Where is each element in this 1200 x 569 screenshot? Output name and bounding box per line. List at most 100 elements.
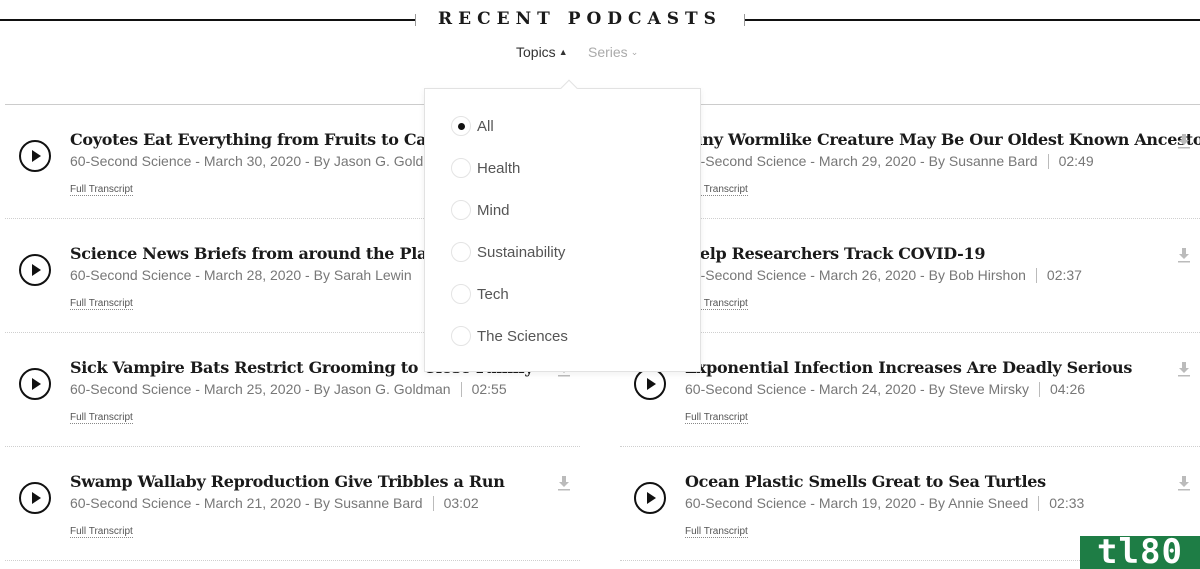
podcast-meta: 60-Second Science - March 24, 2020 - By …	[685, 381, 1085, 397]
podcast-title[interactable]: Ocean Plastic Smells Great to Sea Turtle…	[685, 472, 1046, 491]
podcast-series[interactable]: 60-Second Science	[685, 267, 806, 283]
podcast-title[interactable]: Science News Briefs from around the Plan…	[70, 244, 456, 263]
play-icon[interactable]	[19, 140, 51, 172]
podcast-duration: 04:26	[1049, 381, 1086, 397]
watermark-logo: tl80	[1080, 535, 1200, 569]
podcast-title[interactable]: Swamp Wallaby Reproduction Give Tribbles…	[70, 472, 505, 491]
topic-option[interactable]: The Sciences	[451, 325, 568, 347]
podcast-date: March 28, 2020	[203, 267, 302, 283]
topic-option-label: Tech	[477, 285, 509, 303]
duration-divider	[1038, 382, 1040, 397]
podcast-duration: 02:55	[471, 381, 507, 397]
meta-separator: -	[806, 495, 819, 511]
full-transcript-link[interactable]: Full Transcript	[70, 412, 133, 424]
podcast-meta: 60-Second Science - March 28, 2020 - By …	[70, 267, 412, 283]
podcast-meta: 60-Second Science - March 25, 2020 - By …	[70, 381, 507, 397]
podcast-duration: 02:33	[1049, 495, 1085, 511]
full-transcript-link[interactable]: Full Transcript	[685, 526, 748, 538]
meta-separator: -	[806, 381, 819, 397]
download-icon[interactable]	[1178, 133, 1190, 149]
podcast-meta: 60-Second Science - March 19, 2020 - By …	[685, 495, 1084, 511]
podcast-series[interactable]: 60-Second Science	[70, 381, 191, 397]
podcast-series[interactable]: 60-Second Science	[685, 153, 806, 169]
play-icon[interactable]	[19, 482, 51, 514]
radio-button[interactable]	[451, 158, 471, 178]
radio-button[interactable]	[451, 242, 471, 262]
full-transcript-link[interactable]: Full Transcript	[70, 298, 133, 310]
section-header: RECENT PODCASTS	[0, 0, 1200, 40]
topics-filter-button[interactable]: Topics ▲	[516, 44, 568, 60]
section-title: RECENT PODCASTS	[438, 9, 722, 29]
podcast-item: Tiny Wormlike Creature May Be Our Oldest…	[620, 105, 1200, 219]
radio-button[interactable]	[451, 284, 471, 304]
podcast-author[interactable]: By Jason G. Goldman	[314, 381, 451, 397]
chevron-up-icon: ▲	[558, 47, 568, 57]
podcast-meta: 60-Second Science - March 30, 2020 - By …	[70, 153, 451, 169]
podcast-date: March 30, 2020	[203, 153, 302, 169]
meta-separator: -	[916, 153, 929, 169]
podcast-author[interactable]: By Annie Sneed	[929, 495, 1029, 511]
podcast-author[interactable]: By Susanne Bard	[314, 495, 423, 511]
podcast-series[interactable]: 60-Second Science	[70, 495, 191, 511]
podcast-author[interactable]: By Bob Hirshon	[929, 267, 1026, 283]
topic-option[interactable]: All	[451, 115, 494, 137]
chevron-down-icon: ⌄	[630, 47, 639, 57]
radio-button[interactable]	[451, 326, 471, 346]
podcast-series[interactable]: 60-Second Science	[70, 267, 191, 283]
topic-option[interactable]: Tech	[451, 283, 509, 305]
radio-button[interactable]	[451, 116, 471, 136]
meta-separator: -	[301, 267, 314, 283]
podcast-title[interactable]: Coyotes Eat Everything from Fruits to Ca…	[70, 130, 442, 149]
podcast-series[interactable]: 60-Second Science	[685, 495, 806, 511]
meta-separator: -	[916, 267, 929, 283]
play-icon[interactable]	[19, 368, 51, 400]
podcast-series[interactable]: 60-Second Science	[70, 153, 191, 169]
podcast-title[interactable]: Exponential Infection Increases Are Dead…	[685, 358, 1132, 377]
download-icon[interactable]	[1178, 475, 1190, 491]
meta-separator: -	[191, 153, 204, 169]
meta-separator: -	[916, 381, 929, 397]
podcast-duration: 02:37	[1046, 267, 1082, 283]
play-icon[interactable]	[634, 368, 666, 400]
topic-option-label: Sustainability	[477, 243, 566, 261]
topic-option[interactable]: Sustainability	[451, 241, 565, 263]
filter-bar: Topics ▲ Series ⌄	[0, 44, 1200, 64]
podcast-date: March 25, 2020	[203, 381, 302, 397]
download-icon[interactable]	[558, 475, 570, 491]
podcast-date: March 29, 2020	[818, 153, 917, 169]
duration-divider	[460, 382, 462, 397]
meta-separator: -	[301, 381, 314, 397]
full-transcript-link[interactable]: Full Transcript	[70, 184, 133, 196]
topic-option-label: All	[477, 117, 494, 135]
podcast-item: Exponential Infection Increases Are Dead…	[620, 333, 1200, 447]
meta-separator: -	[301, 495, 314, 511]
full-transcript-link[interactable]: Full Transcript	[685, 412, 748, 424]
topic-option-label: Mind	[477, 201, 510, 219]
duration-divider	[1035, 268, 1037, 283]
series-filter-label: Series	[588, 44, 628, 60]
podcast-author[interactable]: By Steve Mirsky	[929, 381, 1029, 397]
full-transcript-link[interactable]: Full Transcript	[70, 526, 133, 538]
topic-option[interactable]: Health	[451, 157, 520, 179]
meta-separator: -	[301, 153, 314, 169]
radio-button[interactable]	[451, 200, 471, 220]
duration-divider	[1038, 496, 1040, 511]
topics-filter-label: Topics	[516, 44, 556, 60]
podcast-date: March 21, 2020	[203, 495, 302, 511]
podcast-author[interactable]: By Sarah Lewin	[314, 267, 412, 283]
podcast-series[interactable]: 60-Second Science	[685, 381, 806, 397]
podcast-author[interactable]: By Susanne Bard	[929, 153, 1038, 169]
download-icon[interactable]	[1178, 247, 1190, 263]
podcast-duration: 03:02	[443, 495, 479, 511]
podcast-title[interactable]: Help Researchers Track COVID-19	[685, 244, 985, 263]
download-icon[interactable]	[1178, 361, 1190, 377]
meta-separator: -	[916, 495, 929, 511]
header-rule-left	[0, 14, 416, 26]
play-icon[interactable]	[634, 482, 666, 514]
podcast-title[interactable]: Tiny Wormlike Creature May Be Our Oldest…	[685, 130, 1200, 149]
topic-option[interactable]: Mind	[451, 199, 510, 221]
header-rule-right	[744, 14, 1200, 26]
play-icon[interactable]	[19, 254, 51, 286]
duration-divider	[432, 496, 434, 511]
series-filter-button[interactable]: Series ⌄	[588, 44, 638, 60]
